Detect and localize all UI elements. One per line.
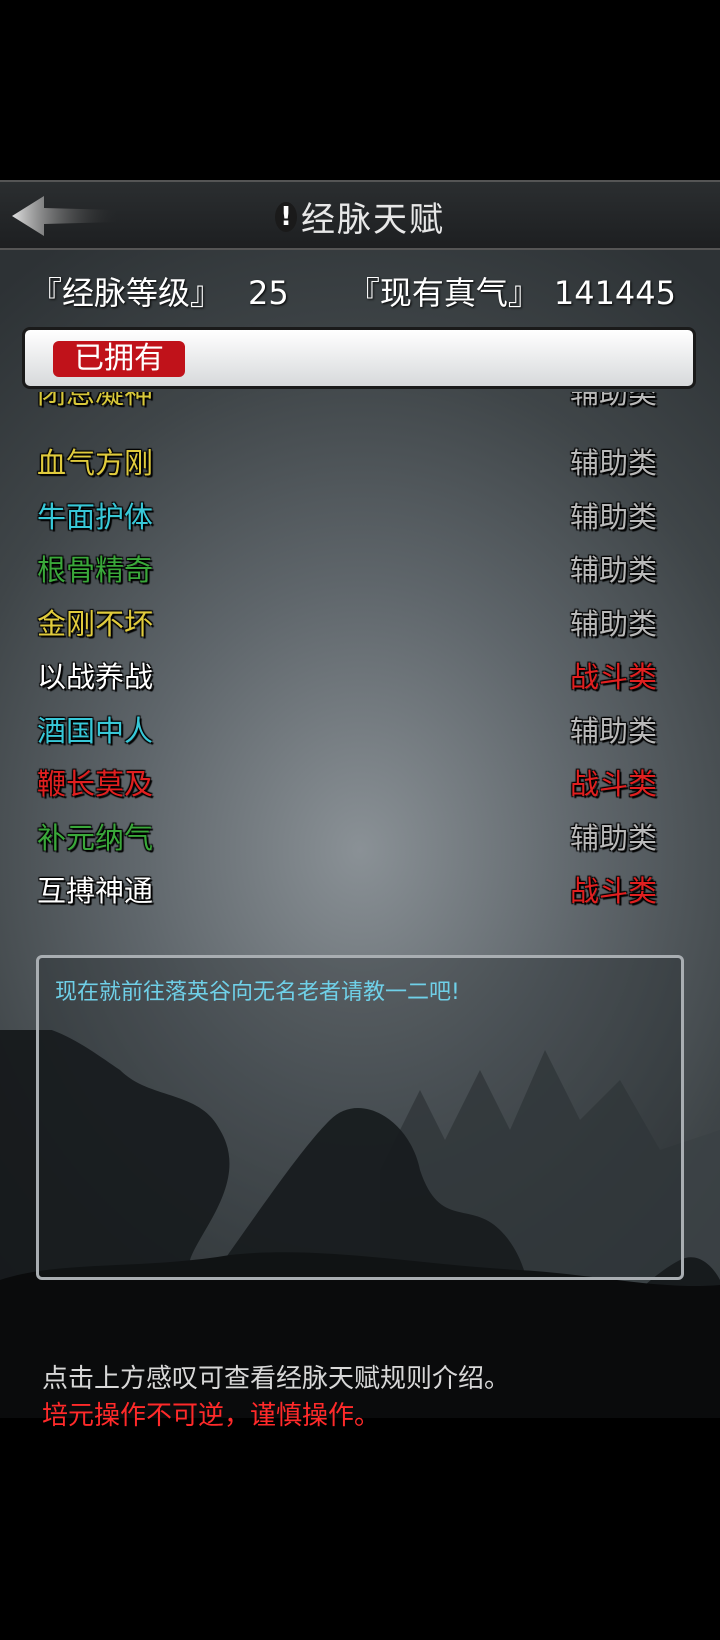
talent-row[interactable]: 以战养战 战斗类 xyxy=(25,646,695,700)
bottom-area xyxy=(0,1418,720,1640)
current-qi: 『现有真气』 141445 xyxy=(348,268,676,314)
talent-name: 补元纳气 xyxy=(37,820,154,855)
talent-category: 辅助类 xyxy=(569,392,657,410)
current-qi-value: 141445 xyxy=(553,274,676,312)
talent-category: 辅助类 xyxy=(569,820,657,855)
talent-row[interactable]: 血气方刚 辅助类 xyxy=(25,432,695,486)
talent-category: 辅助类 xyxy=(569,553,657,587)
talent-category: 辅助类 xyxy=(569,713,657,748)
talent-category: 战斗类 xyxy=(569,874,657,908)
message-text: 现在就前往落英谷向无名老者请教一二吧! xyxy=(55,980,460,1005)
tab-owned[interactable]: 已拥有 xyxy=(53,341,185,377)
talent-name: 酒国中人 xyxy=(37,713,154,748)
current-qi-label: 『现有真气』 xyxy=(347,274,540,312)
talent-category: 辅助类 xyxy=(569,606,657,641)
talent-category: 辅助类 xyxy=(569,446,657,480)
tab-bar: 已拥有 xyxy=(22,327,696,389)
meridian-level: 『经脉等级』 25 xyxy=(30,268,289,314)
talent-row[interactable]: 酒国中人 辅助类 xyxy=(25,700,695,754)
talent-row[interactable]: 鞭长莫及 战斗类 xyxy=(25,753,695,807)
talent-name: 互搏神通 xyxy=(37,874,154,908)
top-bar-area xyxy=(0,0,720,180)
help-hint-text: 点击上方感叹可查看经脉天赋规则介绍。 xyxy=(42,1364,511,1394)
warning-text: 培元操作不可逆，谨慎操作。 xyxy=(42,1401,381,1431)
meridian-level-value: 25 xyxy=(248,274,289,312)
page-title: 经脉天赋 xyxy=(301,200,445,240)
talent-category: 辅助类 xyxy=(569,499,657,534)
talent-name: 金刚不坏 xyxy=(37,606,154,641)
talent-row[interactable]: 根骨精奇 辅助类 xyxy=(25,539,695,593)
talent-list[interactable]: 闭息凝神 辅助类 血气方刚 辅助类 牛面护体 辅助类 根骨精奇 辅助类 金刚不坏 辅助类 … xyxy=(25,392,695,910)
talent-name: 牛面护体 xyxy=(37,499,154,534)
message-box: 现在就前往落英谷向无名老者请教一二吧! xyxy=(36,955,684,1280)
talent-name: 根骨精奇 xyxy=(37,553,154,587)
talent-category: 战斗类 xyxy=(569,660,657,694)
talent-name: 闭息凝神 xyxy=(37,392,154,410)
talent-row[interactable]: 补元纳气 辅助类 xyxy=(25,807,695,861)
help-exclamation-icon[interactable]: ! xyxy=(275,201,297,232)
talent-row[interactable]: 闭息凝神 辅助类 xyxy=(25,392,695,432)
talent-row[interactable]: 牛面护体 辅助类 xyxy=(25,486,695,540)
talent-name: 血气方刚 xyxy=(37,446,154,480)
talent-row[interactable]: 金刚不坏 辅助类 xyxy=(25,593,695,647)
header-bar: ! 经脉天赋 xyxy=(0,180,720,250)
talent-row[interactable]: 互搏神通 战斗类 xyxy=(25,860,695,910)
talent-category: 战斗类 xyxy=(569,767,657,801)
talent-name: 鞭长莫及 xyxy=(37,767,154,801)
meridian-level-label: 『经脉等级』 xyxy=(30,274,223,312)
talent-name: 以战养战 xyxy=(37,660,154,694)
